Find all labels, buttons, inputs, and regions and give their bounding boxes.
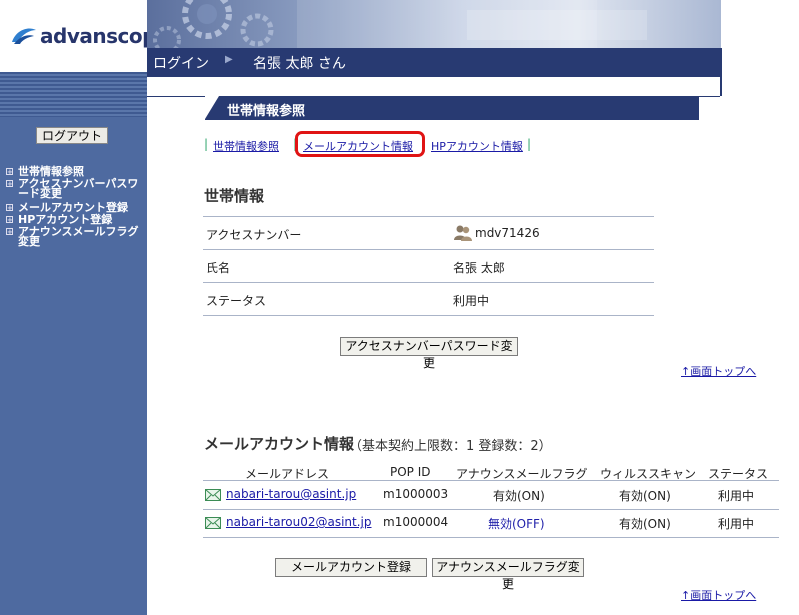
gear-banner-graphic xyxy=(153,0,647,48)
register-mail-button[interactable]: メールアカウント登録 xyxy=(275,558,427,577)
mail-icon xyxy=(205,489,221,501)
sidebar-item-label: アナウンスメールフラグ変更 xyxy=(18,225,139,248)
status-badge: 利用中 xyxy=(718,489,755,503)
column-header: メールアドレス xyxy=(245,467,330,481)
virus-scan: 有効(ON) xyxy=(619,489,671,503)
nav-edge xyxy=(720,48,722,96)
change-password-button[interactable]: アクセスナンバーパスワード変更 xyxy=(340,337,518,370)
mail-table-header: メールアドレス POP ID アナウンスメールフラグ ウィルススキャン ステータ… xyxy=(203,463,779,481)
sidebar-item-label: アクセスナンバーパスワード変更 xyxy=(18,177,139,200)
table-row: アクセスナンバー mdv71426 xyxy=(203,217,654,250)
sidebar-item-household[interactable]: + 世帯情報参照 xyxy=(6,165,141,178)
sidebar-item-hp-register[interactable]: + HPアカウント登録 xyxy=(6,213,141,226)
sidebar-stripes xyxy=(0,72,147,117)
mail-summary: （基本契約上限数：1 登録数：2） xyxy=(349,439,552,454)
bullet-icon: + xyxy=(6,168,13,176)
tab-household[interactable]: 世帯情報参照 xyxy=(213,138,279,154)
top-navbar: ログイン ▶ 名張 太郎 さん xyxy=(147,48,721,74)
title-underline xyxy=(205,119,699,120)
column-header: ステータス xyxy=(708,467,769,481)
status-value: 利用中 xyxy=(453,294,490,308)
header-strip xyxy=(147,77,720,97)
nav-user-name: 名張 太郎 さん xyxy=(253,56,346,72)
row-key: 氏名 xyxy=(206,261,231,275)
table-row: nabari-tarou02@asint.jp m1000004 無効(OFF)… xyxy=(203,509,779,538)
mail-heading: メールアカウント情報 xyxy=(204,435,355,453)
change-announce-flag-button[interactable]: アナウンスメールフラグ変更 xyxy=(432,558,584,591)
nav-login[interactable]: ログイン xyxy=(153,53,209,73)
sidebar-item-label: HPアカウント登録 xyxy=(18,213,113,226)
bullet-icon: + xyxy=(6,228,13,236)
sidebar-item-password[interactable]: + アクセスナンバーパスワード変更 xyxy=(6,177,141,200)
row-key: アクセスナンバー xyxy=(206,228,302,242)
household-heading: 世帯情報 xyxy=(204,187,265,205)
bullet-icon: + xyxy=(6,180,13,188)
table-row: ステータス 利用中 xyxy=(203,283,654,316)
pop-id: m1000003 xyxy=(383,487,449,501)
mail-icon xyxy=(205,517,221,529)
bullet-icon: + xyxy=(6,204,13,212)
sidebar-item-mail-register[interactable]: + メールアカウント登録 xyxy=(6,201,141,214)
tab-hp-account[interactable]: HPアカウント情報 xyxy=(431,138,523,154)
tab-separator: | xyxy=(527,137,532,151)
page-title-bar: 世帯情報参照 xyxy=(205,96,699,119)
announce-flag: 有効(ON) xyxy=(493,489,545,503)
column-header: アナウンスメールフラグ xyxy=(456,467,588,481)
nav-arrow-icon: ▶ xyxy=(225,54,233,65)
status-badge: 利用中 xyxy=(718,517,755,531)
sidebar-item-label: 世帯情報参照 xyxy=(18,165,84,178)
header-banner xyxy=(147,0,721,48)
access-number: mdv71426 xyxy=(475,226,540,240)
mail-address-link[interactable]: nabari-tarou02@asint.jp xyxy=(226,515,372,529)
advanscope-logo-icon xyxy=(12,28,36,44)
virus-scan: 有効(ON) xyxy=(619,517,671,531)
row-key: ステータス xyxy=(206,294,267,308)
bullet-icon: + xyxy=(6,216,13,224)
back-to-top-link[interactable]: ↑画面トップへ xyxy=(681,587,756,603)
back-to-top-link[interactable]: ↑画面トップへ xyxy=(681,363,756,379)
highlight-annotation xyxy=(295,131,425,157)
announce-flag: 無効(OFF) xyxy=(488,517,545,531)
pop-id: m1000004 xyxy=(383,515,449,529)
table-row: nabari-tarou@asint.jp m1000003 有効(ON) 有効… xyxy=(203,481,779,510)
column-header: ウィルススキャン xyxy=(600,467,697,481)
logout-button[interactable]: ログアウト xyxy=(36,127,108,144)
sidebar-item-announce-flag[interactable]: + アナウンスメールフラグ変更 xyxy=(6,225,141,248)
logo-area: advanscope xyxy=(0,0,169,72)
sidebar xyxy=(0,72,147,615)
full-name: 名張 太郎 xyxy=(453,261,505,275)
sidebar-item-label: メールアカウント登録 xyxy=(18,201,128,214)
column-header: POP ID xyxy=(390,465,431,479)
table-row: 氏名 名張 太郎 xyxy=(203,250,654,283)
title-notch xyxy=(205,96,219,119)
users-icon xyxy=(454,225,472,241)
tab-separator: | xyxy=(204,137,209,151)
page-title: 世帯情報参照 xyxy=(227,104,306,119)
mail-address-link[interactable]: nabari-tarou@asint.jp xyxy=(226,487,356,501)
